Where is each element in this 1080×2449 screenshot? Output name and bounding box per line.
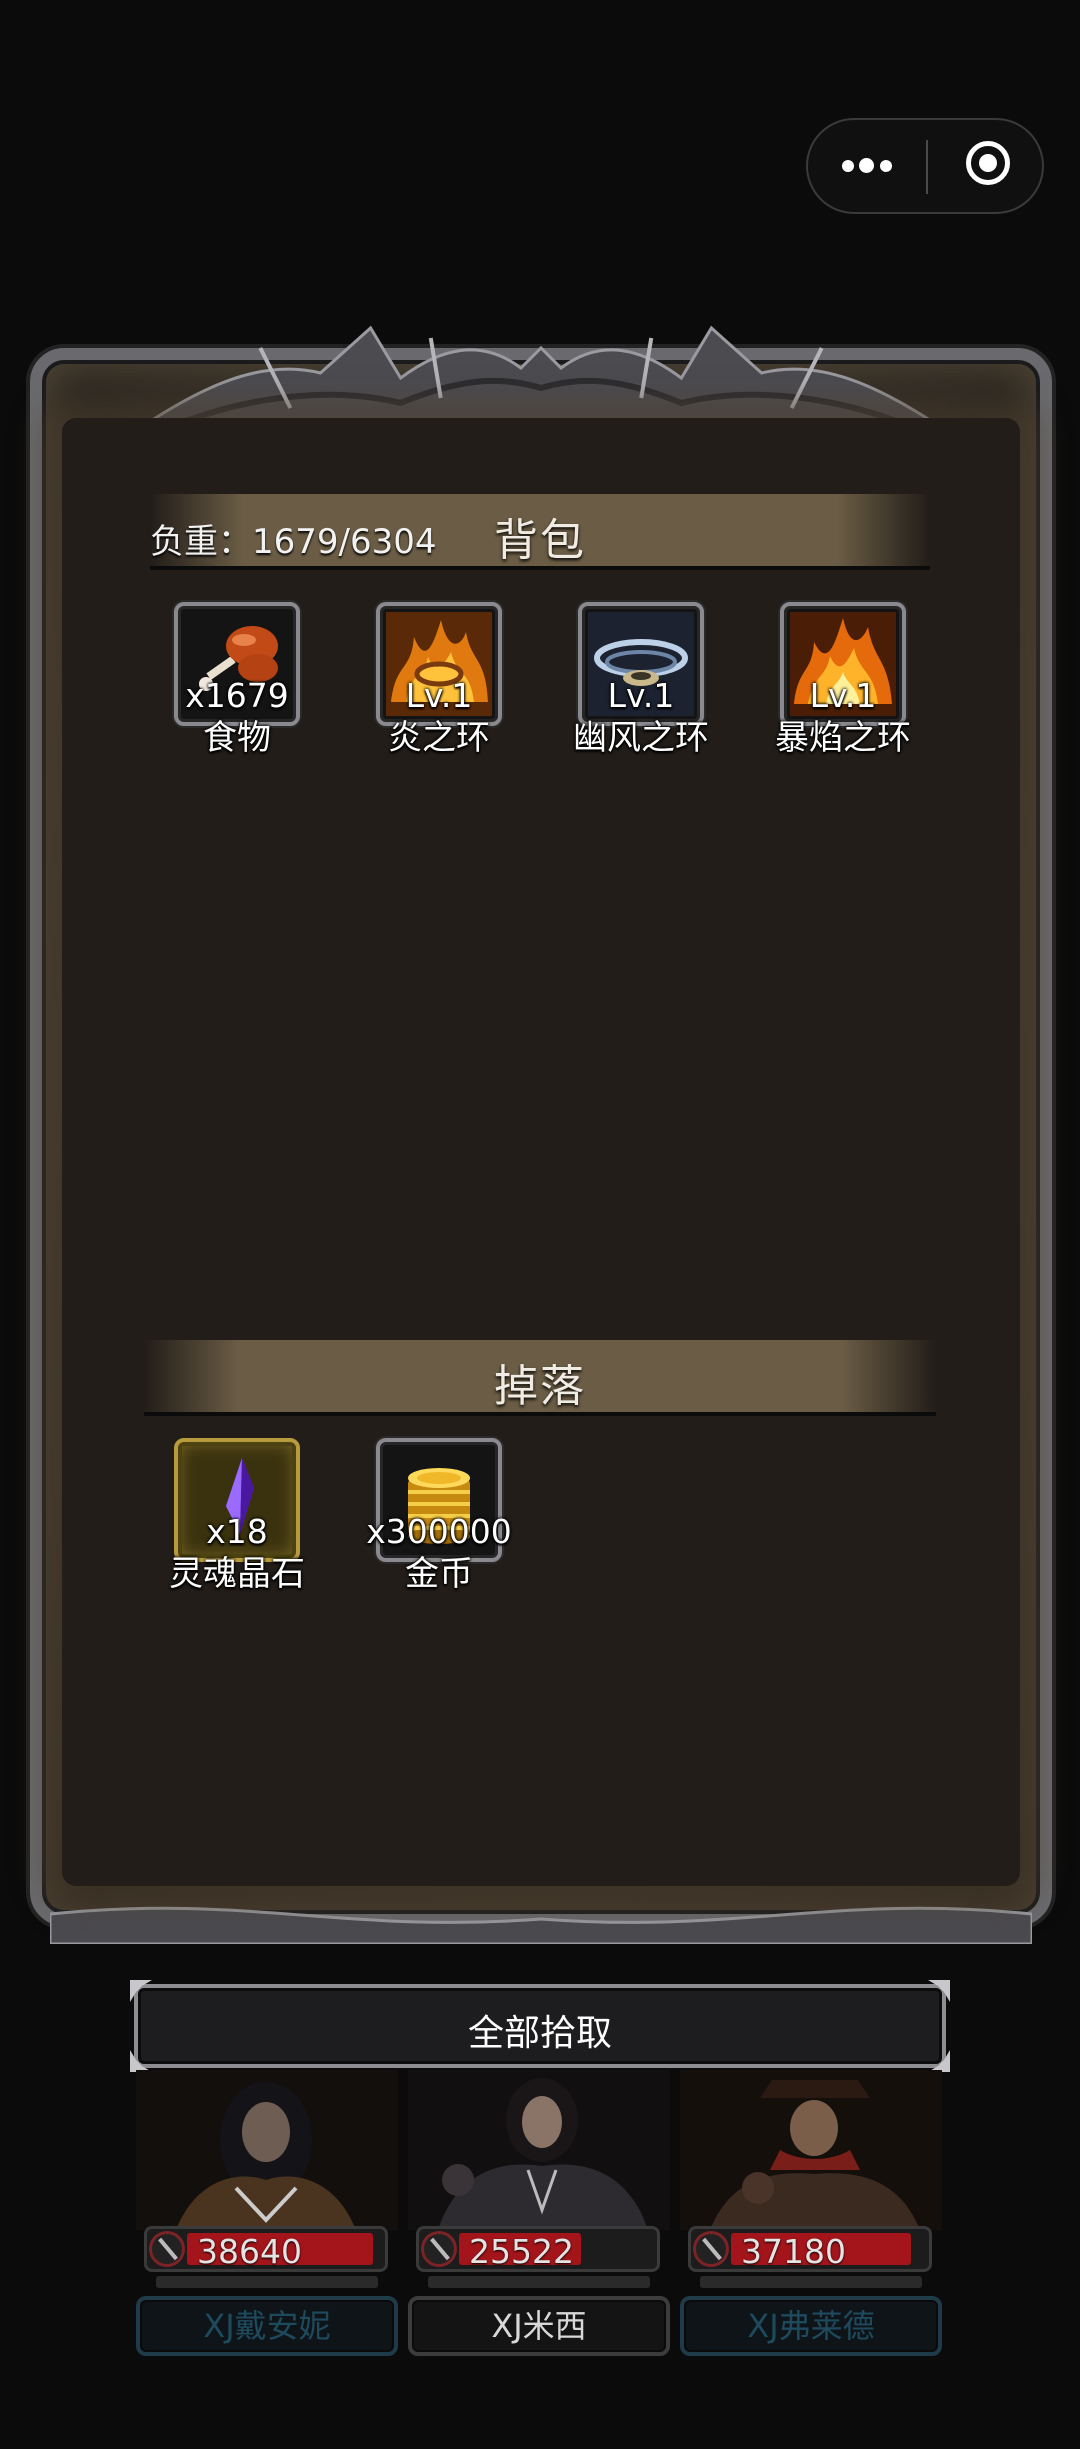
ornate-bottom-decoration (48, 1894, 1034, 1946)
more-dots-icon[interactable] (808, 120, 926, 212)
bag-item-flame-ring[interactable]: Lv.1 炎之环 (376, 602, 502, 758)
sword-badge-icon (693, 2231, 729, 2267)
hero-portrait (408, 2070, 670, 2230)
sword-badge-icon (421, 2231, 457, 2267)
corner-ornament-icon (928, 1980, 950, 2002)
hero-nameplate: XJ戴安妮 (136, 2296, 398, 2356)
mini-program-capsule (806, 118, 1044, 214)
hero-card[interactable]: 25522 XJ米西 (408, 2070, 670, 2360)
hp-value: 25522 (469, 2232, 574, 2271)
pick-all-label: 全部拾取 (467, 2013, 612, 2054)
energy-bar (156, 2276, 378, 2288)
ornate-crest-decoration (135, 318, 947, 430)
hero-portrait (680, 2070, 942, 2230)
energy-bar (428, 2276, 650, 2288)
hero-nameplate: XJ米西 (408, 2296, 670, 2356)
drops-title: 掉落 (494, 1361, 586, 1412)
drop-item-soul-crystal[interactable]: x18 灵魂晶石 (169, 1438, 305, 1594)
drops-header: 掉落 (144, 1340, 936, 1416)
drop-item-gold[interactable]: x300000 金币 (366, 1438, 512, 1594)
hp-bar: 37180 (688, 2226, 932, 2272)
corner-ornament-icon (130, 1980, 152, 2002)
weight-load-label: 负重：1679/6304 (150, 522, 437, 562)
hero-card[interactable]: 37180 XJ弗莱德 (680, 2070, 942, 2360)
hp-value: 37180 (741, 2232, 846, 2271)
bag-item-wind-ring[interactable]: Lv.1 幽风之环 (573, 602, 709, 758)
item-name: 金币 (405, 1554, 473, 1594)
sword-badge-icon (149, 2231, 185, 2267)
target-circle-icon[interactable] (928, 120, 1042, 212)
hp-bar: 25522 (416, 2226, 660, 2272)
hp-bar: 38640 (144, 2226, 388, 2272)
hero-card[interactable]: 38640 XJ戴安妮 (136, 2070, 398, 2360)
hero-portrait (136, 2070, 398, 2230)
item-name: 暴焰之环 (775, 718, 911, 758)
pick-all-button[interactable]: 全部拾取 (130, 1980, 950, 2072)
hp-value: 38640 (197, 2232, 302, 2271)
hero-nameplate: XJ弗莱德 (680, 2296, 942, 2356)
energy-bar (700, 2276, 922, 2288)
bag-item-blaze-ring[interactable]: Lv.1 暴焰之环 (775, 602, 911, 758)
bag-item-food[interactable]: x1679 食物 (174, 602, 300, 758)
